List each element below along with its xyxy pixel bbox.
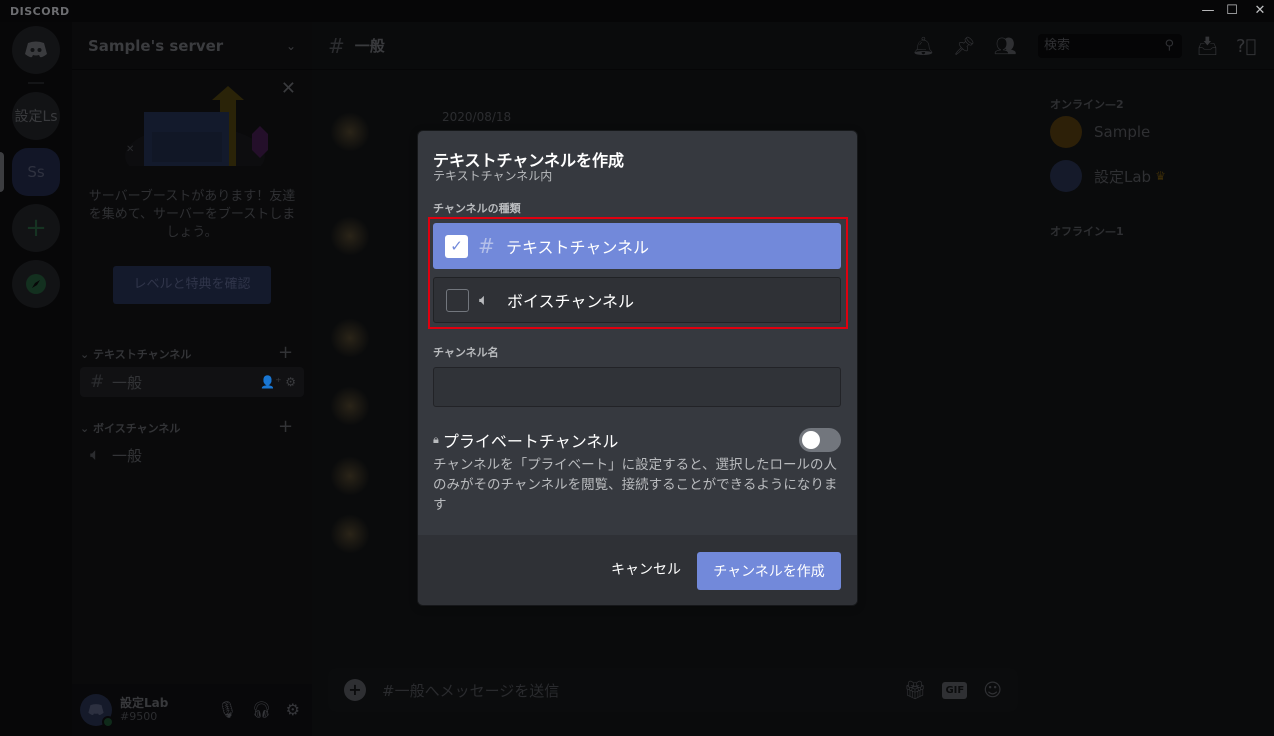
close-window-button[interactable]: ✕	[1248, 2, 1272, 20]
discord-app: DISCORD — ☐ ✕ 設定Ls Ss + Sample's server …	[0, 0, 1274, 736]
channel-name-label: チャンネル名	[433, 346, 499, 359]
create-channel-modal: テキストチャンネルを作成 テキストチャンネル内 チャンネルの種類 ✓ # テキス…	[418, 131, 857, 605]
private-channel-label: プライベートチャンネル	[442, 432, 619, 451]
annotation-highlight-box	[428, 217, 848, 329]
minimize-button[interactable]: —	[1196, 2, 1220, 20]
cancel-button[interactable]: キャンセル	[611, 559, 681, 579]
lock-icon: 🔒︎	[433, 433, 439, 446]
app-brand: DISCORD	[10, 5, 70, 18]
channel-name-input[interactable]	[433, 367, 841, 407]
private-channel-row: 🔒︎ プライベートチャンネル	[433, 428, 841, 452]
modal-subtitle: テキストチャンネル内	[433, 169, 553, 183]
maximize-button[interactable]: ☐	[1220, 2, 1244, 20]
title-bar: DISCORD — ☐ ✕	[0, 0, 1274, 22]
create-channel-button[interactable]: チャンネルを作成	[697, 552, 841, 590]
modal-footer: キャンセル チャンネルを作成	[418, 535, 857, 605]
channel-type-label: チャンネルの種類	[433, 202, 521, 215]
private-channel-description: チャンネルを「プライベート」に設定すると、選択したロールの人のみがそのチャンネル…	[433, 457, 838, 513]
private-channel-toggle[interactable]	[799, 428, 841, 452]
toggle-knob	[802, 431, 820, 449]
